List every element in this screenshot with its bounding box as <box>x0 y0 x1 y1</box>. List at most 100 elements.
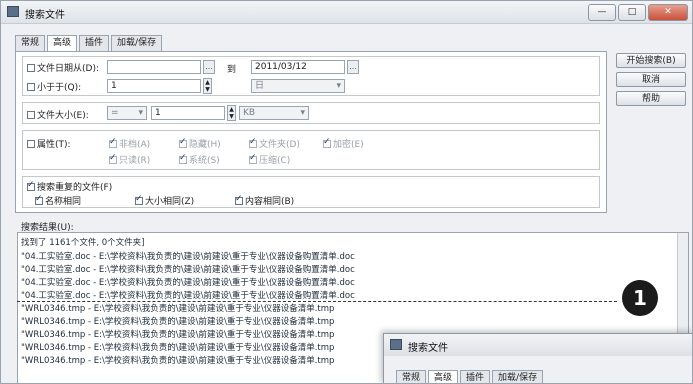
same-name-label: 名称相同 <box>45 197 82 207</box>
date-to-picker-button[interactable]: … <box>347 60 359 74</box>
attr-system-checkbox[interactable] <box>179 153 187 164</box>
list-item[interactable]: "WRL0346.tmp - E:\学校资料\我负责的\建设\前建设\重于专业\… <box>21 341 334 353</box>
date-to-field[interactable]: 2011/03/12 <box>251 60 345 74</box>
list-item[interactable]: "WRL0346.tmp - E:\学校资料\我负责的\建设\前建设\重于专业\… <box>21 354 334 366</box>
attr-system-label: 系统(S) <box>189 156 220 166</box>
less-than-spinner[interactable]: ▲ ▼ <box>203 78 212 94</box>
tab-plugins[interactable]: 插件 <box>79 35 110 51</box>
list-item[interactable]: "04.工实验室.doc - E:\学校资料\我负责的\建设\前建设\重于专业\… <box>21 276 355 288</box>
tab-advanced[interactable]: 高级 <box>428 370 459 383</box>
window-controls: — □ ✕ <box>586 4 688 21</box>
attr-archive[interactable]: 非档(A) <box>109 137 150 150</box>
attr-archive-label: 非档(A) <box>119 140 151 150</box>
attr-folder-label: 文件夹(D) <box>259 140 300 150</box>
date-unit-select[interactable]: 日 ▾ <box>251 79 345 93</box>
list-item[interactable]: "04.工实验室.doc - E:\学校资料\我负责的\建设\前建设\重于专业\… <box>21 250 355 262</box>
list-item[interactable]: "WRL0346.tmp - E:\学校资料\我负责的\建设\前建设\重于专业\… <box>21 302 334 314</box>
find-duplicates-checkbox[interactable] <box>27 180 35 191</box>
attr-encrypted[interactable]: 加密(E) <box>323 137 364 150</box>
less-than-label: 小于于(Q): <box>37 83 82 93</box>
date-section: 文件日期从(D): … 到 2011/03/12 … 小于于(Q): 1 ▲ ▼ … <box>22 56 600 96</box>
same-content-option[interactable]: 内容相同(B) <box>235 194 294 207</box>
search-files-window: 搜索文件 — □ ✕ 常规 高级 插件 加载/保存 文件日期从(D): … 到 … <box>0 0 693 384</box>
less-than-checkbox[interactable] <box>27 83 35 91</box>
date-from-field[interactable] <box>107 60 201 74</box>
size-section: 文件日期从(D):文件大小(E): = ▾ 1 ▲▼ KB ▾ <box>22 102 600 124</box>
size-unit-select[interactable]: KB ▾ <box>239 106 309 120</box>
chevron-down-icon: ▾ <box>336 81 341 91</box>
start-search-button[interactable]: 开始搜索(B) <box>616 53 686 68</box>
file-size-label-text: 文件大小(E): <box>37 111 89 121</box>
less-than-option[interactable]: 小于于(Q): <box>27 80 81 93</box>
callout-marker: 1 <box>622 280 658 316</box>
window-title: 搜索文件 <box>25 10 65 21</box>
same-content-label: 内容相同(B) <box>245 197 295 207</box>
date-from-picker-button[interactable]: … <box>203 60 215 74</box>
same-size-label: 大小相同(Z) <box>145 197 195 207</box>
attr-folder[interactable]: 文件夹(D) <box>249 137 300 150</box>
app-icon <box>390 339 402 350</box>
size-unit-value: KB <box>243 108 256 118</box>
file-size-checkbox[interactable] <box>27 111 35 119</box>
same-size-checkbox[interactable] <box>135 194 143 205</box>
list-item[interactable]: "WRL0346.tmp - E:\学校资料\我负责的\建设\前建设\重于专业\… <box>21 315 334 327</box>
attr-readonly[interactable]: 只读(R) <box>109 153 150 166</box>
size-spinner[interactable]: ▲ ▼ <box>227 105 236 121</box>
same-name-option[interactable]: 名称相同 <box>35 194 81 207</box>
attr-hidden-checkbox[interactable] <box>179 137 187 148</box>
same-name-checkbox[interactable] <box>35 194 43 205</box>
find-duplicates-option[interactable]: 搜索重复的文件(F) <box>27 180 112 193</box>
search-files-window-secondary: 搜索文件 常规 高级 插件 加载/保存 <box>383 333 692 383</box>
attributes-section: 属性(T): 非档(A) 隐藏(H) 文件夹(D) 加密(E) 只读(R) 系统… <box>22 130 600 170</box>
same-content-checkbox[interactable] <box>235 194 243 205</box>
list-item[interactable]: "04.工实验室.doc - E:\学校资料\我负责的\建设\前建设\重于专业\… <box>21 263 355 275</box>
tab-advanced[interactable]: 高级 <box>47 35 78 52</box>
attr-encrypted-checkbox[interactable] <box>323 137 331 148</box>
tab-load-save[interactable]: 加载/保存 <box>492 370 544 383</box>
list-item[interactable]: "WRL0346.tmp - E:\学校资料\我负责的\建设\前建设\重于专业\… <box>21 328 334 340</box>
tab-plugins[interactable]: 插件 <box>460 370 491 383</box>
attr-compressed-checkbox[interactable] <box>249 153 257 164</box>
secondary-window-title: 搜索文件 <box>408 343 448 354</box>
attr-hidden[interactable]: 隐藏(H) <box>179 137 221 150</box>
less-than-field[interactable]: 1 <box>107 79 201 93</box>
secondary-tab-bar: 常规 高级 插件 加载/保存 <box>396 370 545 383</box>
tab-general[interactable]: 常规 <box>15 35 46 51</box>
attr-readonly-checkbox[interactable] <box>109 153 117 164</box>
callout-leader-line <box>17 301 617 302</box>
attr-folder-checkbox[interactable] <box>249 137 257 148</box>
close-button[interactable]: ✕ <box>648 4 688 21</box>
file-date-option[interactable]: 文件日期从(D): <box>27 61 99 74</box>
tab-bar: 常规 高级 插件 加载/保存 <box>15 35 164 52</box>
attr-compressed[interactable]: 压缩(C) <box>249 153 290 166</box>
cancel-button[interactable]: 取消 <box>616 72 686 87</box>
attributes-label: 属性(T): <box>37 140 71 150</box>
same-size-option[interactable]: 大小相同(Z) <box>135 194 194 207</box>
title-bar: 搜索文件 — □ ✕ <box>1 1 692 24</box>
chevron-down-icon: ▾ <box>300 108 305 118</box>
minimize-button[interactable]: — <box>588 4 616 21</box>
to-label: 到 <box>227 65 237 75</box>
tab-general[interactable]: 常规 <box>396 370 427 383</box>
attr-system[interactable]: 系统(S) <box>179 153 220 166</box>
duplicates-section: 搜索重复的文件(F) 名称相同 大小相同(Z) 内容相同(B) <box>22 176 600 208</box>
help-button[interactable]: 帮助 <box>616 91 686 106</box>
find-duplicates-label: 搜索重复的文件(F) <box>37 183 113 193</box>
attributes-option[interactable]: 属性(T): <box>27 137 71 150</box>
attr-hidden-label: 隐藏(H) <box>189 140 221 150</box>
attr-archive-checkbox[interactable] <box>109 137 117 148</box>
tab-load-save[interactable]: 加载/保存 <box>111 35 163 51</box>
file-size-option[interactable]: 文件日期从(D):文件大小(E): <box>27 108 89 121</box>
app-icon <box>7 6 19 17</box>
list-item[interactable]: "04.工实验室.doc - E:\学校资料\我负责的\建设\前建设\重于专业\… <box>21 289 355 301</box>
attributes-checkbox[interactable] <box>27 140 35 148</box>
date-unit-value: 日 <box>255 81 265 91</box>
maximize-button[interactable]: □ <box>618 4 646 21</box>
attr-compressed-label: 压缩(C) <box>259 156 291 166</box>
size-value-field[interactable]: 1 <box>151 106 225 120</box>
file-date-label: 文件日期从(D): <box>37 64 99 74</box>
size-operator-select[interactable]: = ▾ <box>107 106 147 120</box>
advanced-panel: 文件日期从(D): … 到 2011/03/12 … 小于于(Q): 1 ▲ ▼ … <box>15 51 607 213</box>
secondary-title-bar: 搜索文件 <box>384 334 692 356</box>
file-date-checkbox[interactable] <box>27 64 35 72</box>
